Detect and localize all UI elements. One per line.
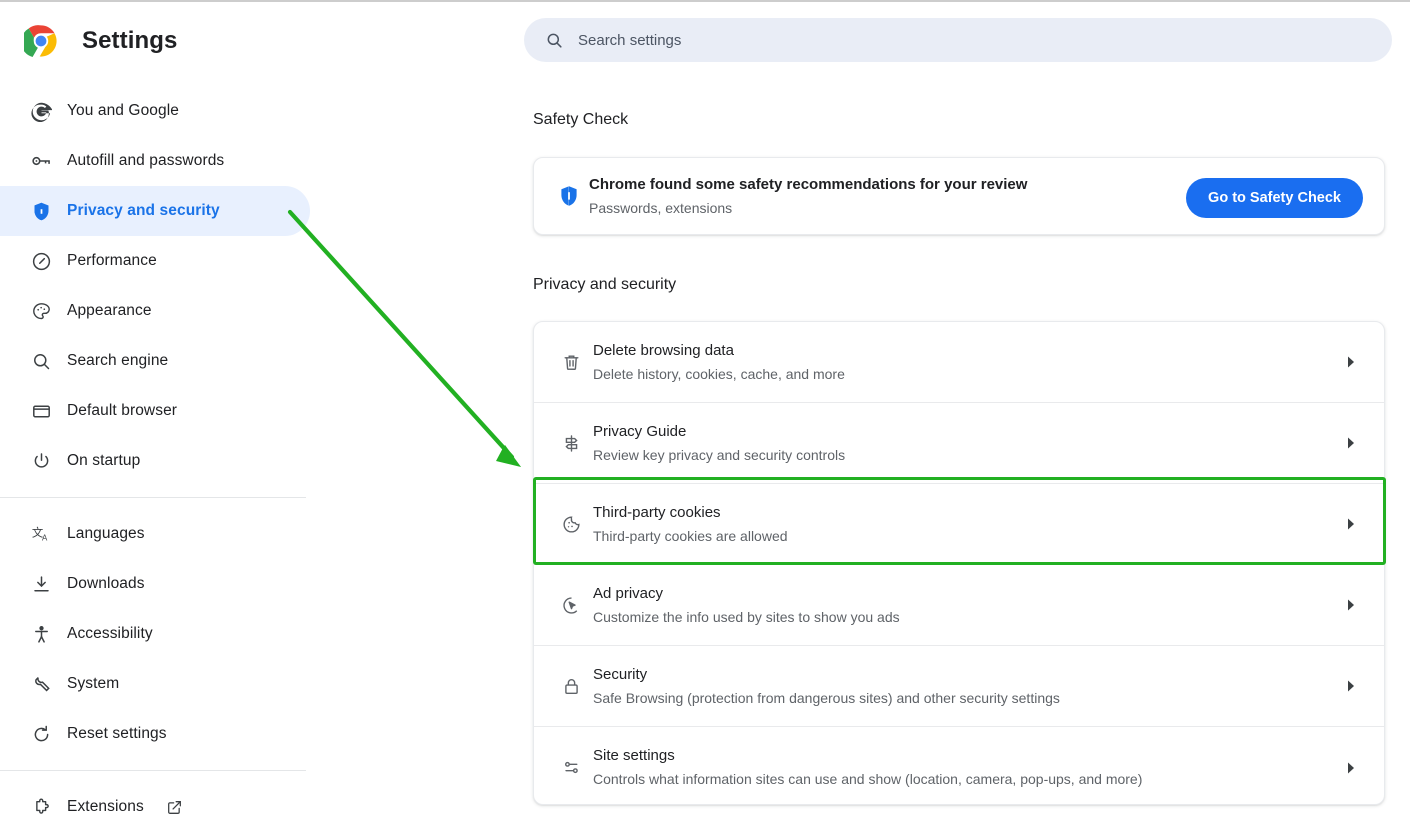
accessibility-icon [29, 622, 53, 646]
main-content: Search settings Safety Check Chrome foun… [330, 2, 1410, 823]
lock-icon [559, 674, 583, 698]
sidebar-item-extensions[interactable]: Extensions [0, 782, 330, 823]
page-title: Settings [82, 27, 178, 54]
chevron-right-icon[interactable] [1346, 599, 1356, 612]
sidebar-divider-2 [0, 770, 306, 771]
sidebar-item-label: Languages [67, 525, 145, 542]
row-subtitle: Third-party cookies are allowed [593, 527, 788, 544]
open-in-new-icon [166, 798, 184, 816]
palette-icon [29, 299, 53, 323]
sidebar-item-autofill-and-passwords[interactable]: Autofill and passwords [0, 136, 330, 186]
sidebar-item-label: Performance [67, 252, 157, 269]
sidebar-nav: You and Google Autofill and passwords Pr… [0, 86, 330, 823]
sidebar-item-you-and-google[interactable]: You and Google [0, 86, 330, 136]
row-security[interactable]: Security Safe Browsing (protection from … [534, 646, 1384, 727]
signpost-icon [559, 431, 583, 455]
search-settings-bar[interactable]: Search settings [524, 18, 1392, 62]
cookie-icon [559, 512, 583, 536]
safety-check-subtitle: Passwords, extensions [589, 199, 733, 216]
puzzle-icon [29, 795, 53, 819]
go-to-safety-check-button[interactable]: Go to Safety Check [1186, 178, 1363, 218]
sidebar-item-performance[interactable]: Performance [0, 236, 330, 286]
row-subtitle: Customize the info used by sites to show… [593, 608, 900, 625]
sidebar-item-appearance[interactable]: Appearance [0, 286, 330, 336]
search-input-placeholder[interactable]: Search settings [578, 32, 681, 49]
magnifier-icon [29, 349, 53, 373]
row-subtitle: Delete history, cookies, cache, and more [593, 365, 845, 382]
sidebar-item-label: Default browser [67, 402, 178, 419]
wrench-icon [29, 672, 53, 696]
sidebar-item-label: Accessibility [67, 625, 153, 642]
speedometer-icon [29, 249, 53, 273]
sidebar-item-default-browser[interactable]: Default browser [0, 386, 330, 436]
sidebar-item-label: You and Google [67, 102, 180, 119]
shield-icon [29, 199, 53, 223]
chevron-right-icon[interactable] [1346, 761, 1356, 774]
row-title: Ad privacy [593, 584, 664, 602]
sidebar-item-search-engine[interactable]: Search engine [0, 336, 330, 386]
key-icon [29, 149, 53, 173]
row-privacy-guide[interactable]: Privacy Guide Review key privacy and sec… [534, 403, 1384, 484]
safety-check-title: Chrome found some safety recommendations… [589, 175, 1028, 193]
sidebar-item-languages[interactable]: 文 A Languages [0, 509, 330, 559]
sidebar-item-privacy-and-security[interactable]: Privacy and security [0, 186, 310, 236]
sidebar-item-downloads[interactable]: Downloads [0, 559, 330, 609]
sidebar-item-label: Search engine [67, 352, 169, 369]
chrome-logo-icon [21, 24, 58, 58]
sidebar-item-label: On startup [67, 452, 141, 469]
sidebar-item-label: Appearance [67, 302, 152, 319]
sidebar-item-label: Downloads [67, 575, 145, 592]
chevron-right-icon[interactable] [1346, 680, 1356, 693]
search-icon [544, 30, 564, 50]
row-site-settings[interactable]: Site settings Controls what information … [534, 727, 1384, 808]
chevron-right-icon[interactable] [1346, 356, 1356, 369]
sidebar-item-label: Reset settings [67, 725, 167, 742]
sidebar-item-on-startup[interactable]: On startup [0, 436, 330, 486]
row-third-party-cookies[interactable]: Third-party cookies Third-party cookies … [534, 484, 1384, 565]
privacy-settings-card: Delete browsing data Delete history, coo… [533, 321, 1385, 805]
row-ad-privacy[interactable]: Ad privacy Customize the info used by si… [534, 565, 1384, 646]
row-title: Site settings [593, 747, 675, 764]
sidebar-divider-1 [0, 497, 306, 498]
svg-text:A: A [41, 533, 47, 542]
privacy-and-security-heading: Privacy and security [533, 276, 677, 293]
sidebar: Settings You and Google Autofill and pas… [0, 2, 330, 823]
sidebar-item-label: System [67, 675, 120, 692]
sidebar-item-label: Extensions [67, 798, 144, 815]
sidebar-item-accessibility[interactable]: Accessibility [0, 609, 330, 659]
row-title: Third-party cookies [593, 503, 721, 521]
settings-brand: Settings [0, 18, 330, 64]
row-subtitle: Review key privacy and security controls [593, 446, 846, 463]
browser-window-icon [29, 399, 53, 423]
trash-icon [559, 350, 583, 374]
row-delete-browsing-data[interactable]: Delete browsing data Delete history, coo… [534, 322, 1384, 403]
translate-icon: 文 A [29, 522, 53, 546]
row-subtitle: Safe Browsing (protection from dangerous… [593, 689, 1060, 706]
sidebar-item-label: Privacy and security [67, 202, 220, 219]
row-title: Privacy Guide [593, 422, 687, 440]
safety-check-heading: Safety Check [533, 111, 629, 128]
safety-check-card[interactable]: Chrome found some safety recommendations… [533, 157, 1385, 235]
power-icon [29, 449, 53, 473]
google-g-icon [29, 99, 53, 123]
download-icon [29, 572, 53, 596]
ad-privacy-icon [559, 593, 583, 617]
row-title: Security [593, 665, 648, 683]
sidebar-item-reset-settings[interactable]: Reset settings [0, 709, 330, 759]
row-title: Delete browsing data [593, 341, 734, 359]
chevron-right-icon[interactable] [1346, 518, 1356, 531]
sidebar-item-label: Autofill and passwords [67, 152, 225, 169]
chevron-right-icon[interactable] [1346, 437, 1356, 450]
tune-icon [559, 756, 583, 780]
shield-blue-icon [556, 183, 582, 209]
sidebar-item-system[interactable]: System [0, 659, 330, 709]
restore-icon [29, 722, 53, 746]
row-subtitle: Controls what information sites can use … [593, 771, 1143, 787]
